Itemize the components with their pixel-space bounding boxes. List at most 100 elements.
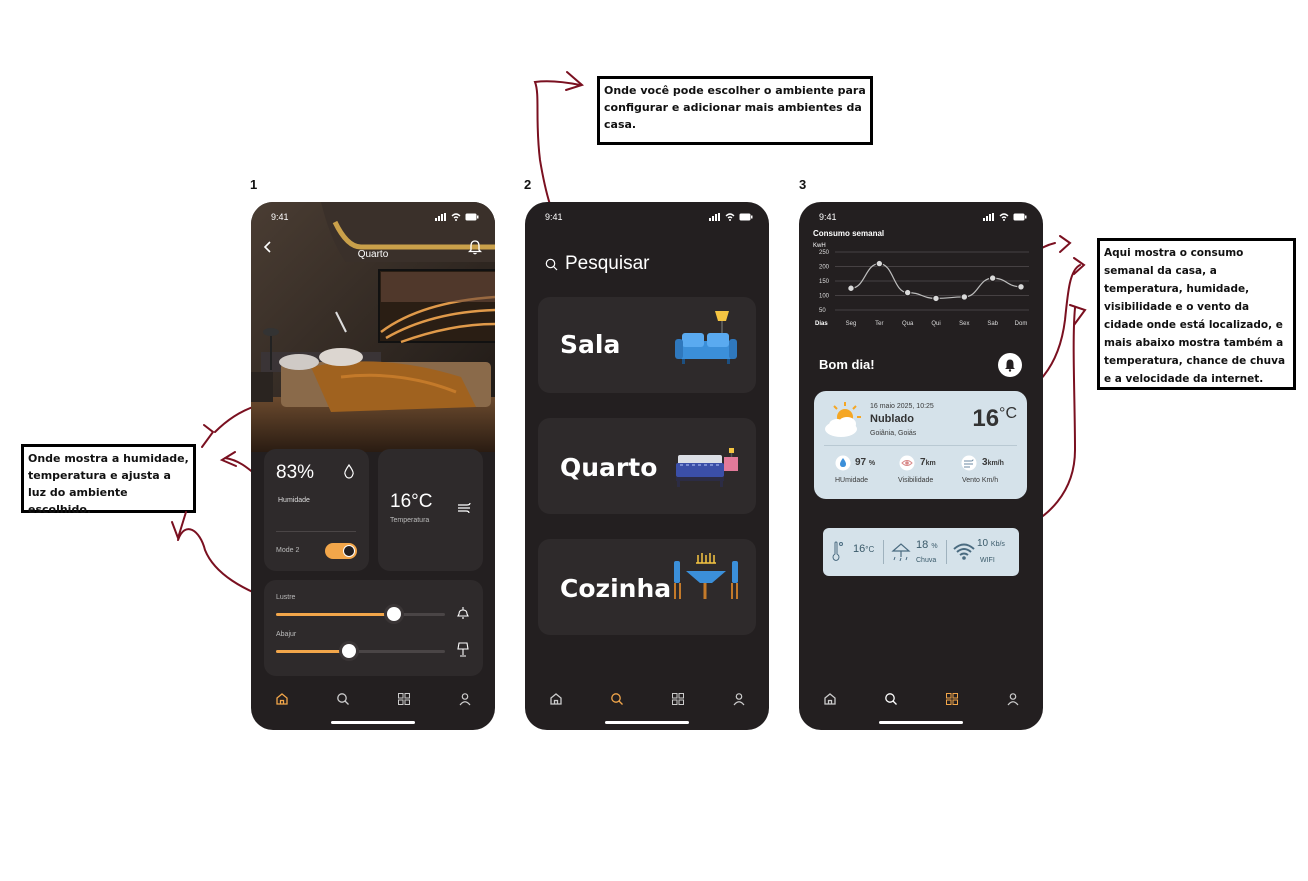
data-point (875, 259, 884, 268)
stat-label: HUmidade (835, 477, 869, 484)
signal-icon (983, 213, 994, 221)
mini-rain-label: Chuva (916, 557, 937, 564)
stat-label: Visibilidade (898, 477, 934, 484)
signal-icon (709, 213, 720, 221)
data-point (988, 274, 997, 282)
mini-rain-unit: % (931, 543, 938, 550)
nav-search-icon[interactable] (610, 692, 624, 706)
weather-condition: Nublado (870, 413, 914, 425)
drop-icon (835, 455, 851, 471)
bell-icon (1005, 359, 1015, 372)
nav-profile-icon[interactable] (1006, 692, 1020, 706)
slider-label-lustre: Lustre (276, 594, 296, 601)
sofa-icon (675, 311, 737, 364)
weather-location: Goiânia, Goiás (870, 430, 917, 437)
wifi-status-icon (451, 213, 461, 221)
divider (883, 540, 884, 564)
nav-grid-icon[interactable] (671, 692, 685, 706)
nav-home-icon[interactable] (823, 692, 837, 706)
status-icons (709, 213, 753, 221)
stat-wind: 3km/h Vento Km/h (960, 453, 1020, 489)
mini-temp-value: 16 (853, 543, 866, 555)
status-bar: 9:41 (271, 211, 479, 223)
data-point (1017, 283, 1025, 291)
slider-knob[interactable] (341, 644, 356, 658)
status-icons (983, 213, 1027, 221)
nav-profile-icon[interactable] (732, 692, 746, 706)
bottom-nav (525, 688, 769, 710)
home-indicator (879, 721, 963, 724)
status-bar: 9:41 (819, 211, 1027, 223)
wifi-icon (953, 543, 975, 560)
weather-card: 16 maio 2025, 10:25 Nublado Goiânia, Goi… (814, 391, 1027, 499)
weather-temp-unit: °C (999, 405, 1017, 422)
battery-icon (465, 213, 479, 221)
slider-knob[interactable] (387, 607, 402, 621)
bell-icon[interactable] (468, 239, 482, 255)
nav-grid-icon[interactable] (397, 692, 411, 706)
status-time: 9:41 (545, 212, 563, 222)
cloudy-sun-icon (825, 402, 861, 437)
lamp-icon (457, 642, 469, 657)
nav-profile-icon[interactable] (458, 692, 472, 706)
dining-table-icon (674, 553, 738, 599)
divider (276, 531, 356, 532)
nav-home-icon[interactable] (275, 692, 289, 706)
weather-temp-value: 16 (972, 405, 1000, 432)
bedroom-photo (251, 202, 495, 452)
room-card-quarto[interactable]: Quarto (538, 418, 756, 514)
stat-label: Vento Km/h (962, 477, 999, 484)
lights-card: Lustre Abajur (264, 580, 483, 676)
slider-abajur[interactable] (276, 644, 445, 658)
mini-wifi-value: 10 (977, 538, 989, 549)
mode-label: Mode 2 (276, 547, 300, 554)
bottom-nav (251, 688, 495, 710)
nav-search-icon[interactable] (884, 692, 898, 706)
greeting: Bom dia! (819, 357, 875, 372)
data-point (960, 293, 969, 301)
y-tick-label: 100 (819, 294, 830, 300)
search-bar[interactable]: Pesquisar (545, 253, 650, 275)
status-time: 9:41 (271, 212, 289, 222)
phone-screen-room-detail: 9:41 Quarto 83% Humidade Mode 2 16°C Tem… (251, 202, 495, 730)
search-input[interactable]: Pesquisar (565, 253, 650, 275)
x-axis-label: Dias (815, 321, 828, 327)
room-card-cozinha[interactable]: Cozinha (538, 539, 756, 635)
weather-temp: 16°C (972, 405, 1017, 433)
mode-toggle[interactable] (325, 543, 357, 559)
humidity-card: 83% Humidade Mode 2 (264, 449, 369, 571)
y-tick-label: 50 (819, 308, 826, 314)
chart-title: Consumo semanal (813, 229, 885, 238)
x-tick-label: Qua (902, 321, 914, 327)
data-point (847, 284, 855, 292)
nav-search-icon[interactable] (336, 692, 350, 706)
x-tick-label: Seg (846, 321, 857, 327)
slider-fill (276, 650, 349, 653)
mini-temp-unit: °C (865, 545, 875, 554)
rain-icon (891, 543, 911, 561)
divider (946, 540, 947, 564)
status-time: 9:41 (819, 212, 837, 222)
x-tick-label: Sex (959, 321, 969, 327)
notification-button[interactable] (998, 353, 1022, 377)
room-name: Quarto (560, 453, 658, 482)
wifi-status-icon (725, 213, 735, 221)
nav-grid-icon[interactable] (945, 692, 959, 706)
data-point (903, 288, 912, 297)
x-tick-label: Dom (1015, 321, 1028, 327)
slider-lustre[interactable] (276, 607, 445, 621)
temperature-value: 16°C (390, 491, 433, 512)
battery-icon (739, 213, 753, 221)
stat-unit: km (925, 460, 936, 467)
wind-icon (961, 455, 977, 471)
home-indicator (331, 721, 415, 724)
nav-home-icon[interactable] (549, 692, 563, 706)
thermometer-icon (832, 541, 843, 561)
room-name: Cozinha (560, 574, 672, 603)
data-point (932, 294, 940, 303)
info-bar: 16°C 18 % Chuva 10 Kb/s WIFI (823, 528, 1019, 576)
page-title: Quarto (357, 249, 389, 260)
mini-wifi-unit: Kb/s (990, 541, 1005, 548)
phone-screen-dashboard: 9:41 Consumo semanal KwH 250 200 150 100 50 Di… (799, 202, 1043, 730)
room-card-sala[interactable]: Sala (538, 297, 756, 393)
